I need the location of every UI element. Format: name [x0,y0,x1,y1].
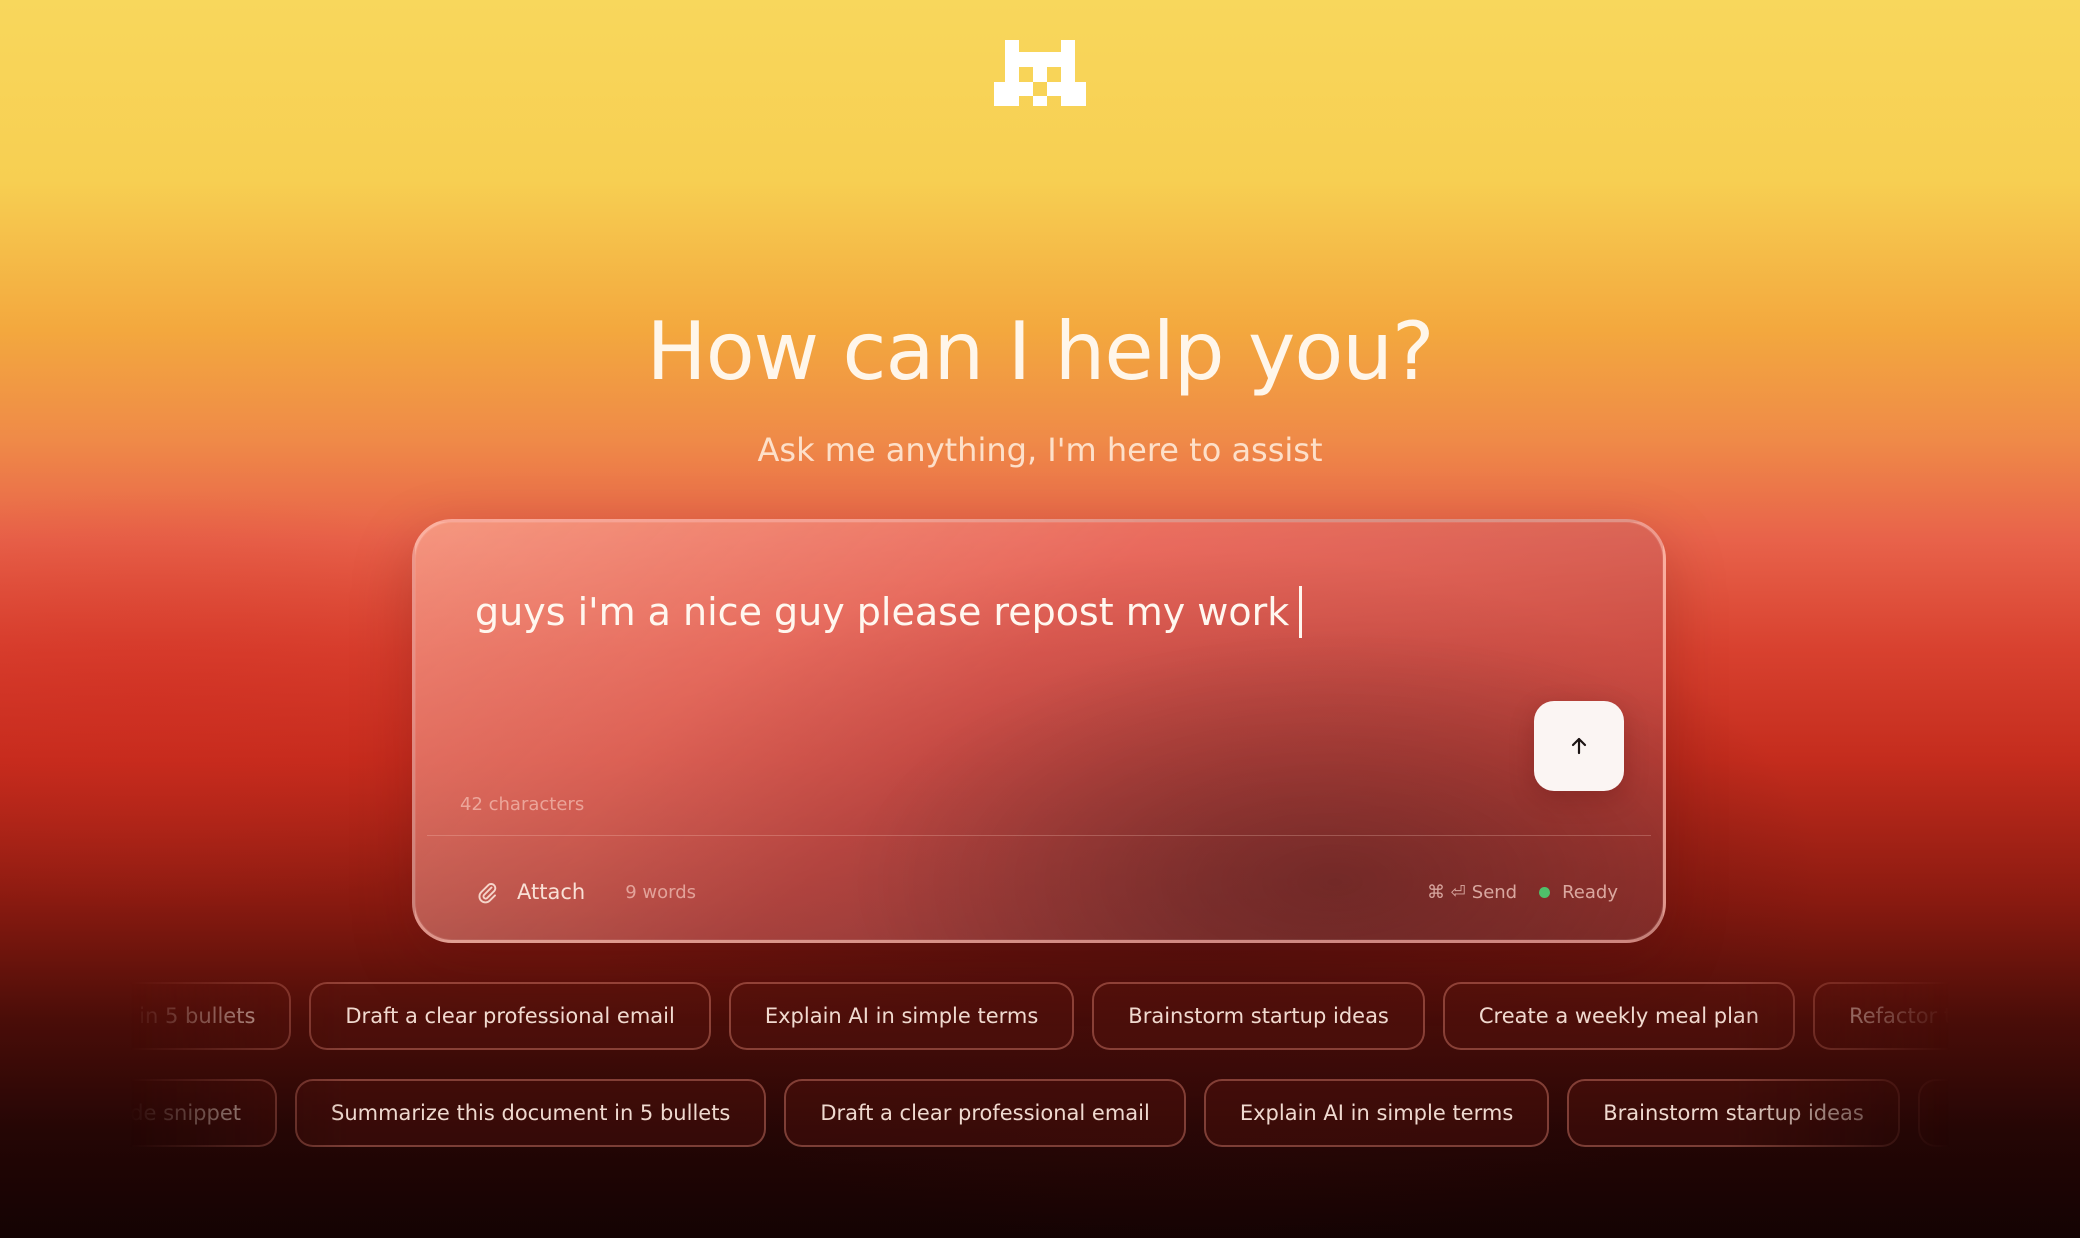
suggestion-row-2: Refactor this code snippetSummarize this… [130,1079,1950,1151]
suggestion-row-1: Summarize this document in 5 bulletsDraf… [130,982,1950,1054]
logo-icon [994,40,1086,106]
suggestion-chip[interactable]: Create a weekly meal plan [1917,1079,1950,1147]
status-indicator: Ready [1539,882,1618,903]
prompt-input[interactable]: guys i'm a nice guy please repost my wor… [475,585,1303,638]
chat-composer: guys i'm a nice guy please repost my wor… [412,519,1666,943]
send-shortcut-label: Send [1471,881,1518,903]
suggestion-chip[interactable]: Explain AI in simple terms [1203,1079,1550,1147]
page-title: How can I help you? [646,305,1435,398]
attach-button[interactable]: Attach [475,880,585,904]
command-enter-icon: ⌘ ⏎ [1426,881,1466,903]
page-subtitle: Ask me anything, I'm here to assist [757,431,1323,469]
suggestion-chip[interactable]: Explain AI in simple terms [728,982,1075,1050]
suggestion-chip[interactable]: Draft a clear professional email [784,1079,1186,1147]
status-label: Ready [1562,881,1618,903]
suggestion-chip[interactable]: Create a weekly meal plan [1442,982,1796,1050]
attach-label: Attach [517,880,586,904]
paperclip-icon [478,883,497,904]
send-button[interactable] [1534,701,1624,791]
suggestion-chip[interactable]: Draft a clear professional email [309,982,711,1050]
word-count: 9 words [625,881,696,903]
suggestion-chip[interactable]: Brainstorm startup ideas [1092,982,1425,1050]
suggestion-chip[interactable]: Refactor this code snippet [1813,982,1950,1050]
suggestion-chip[interactable]: Refactor this code snippet [130,1079,277,1147]
suggestion-chip[interactable]: Summarize this document in 5 bullets [130,982,292,1050]
composer-divider [427,835,1651,836]
prompt-input-text: guys i'm a nice guy please repost my wor… [475,590,1290,634]
suggestion-chip[interactable]: Brainstorm startup ideas [1567,1079,1900,1147]
composer-footer: Attach 9 words ⌘ ⏎ Send Ready [475,872,1618,912]
text-cursor [1299,585,1303,638]
arrow-up-icon [1571,737,1587,755]
suggestion-chip[interactable]: Summarize this document in 5 bullets [294,1079,767,1147]
send-shortcut-hint: ⌘ ⏎ Send [1427,882,1517,903]
status-dot-icon [1539,886,1551,898]
character-count: 42 characters [460,794,585,815]
